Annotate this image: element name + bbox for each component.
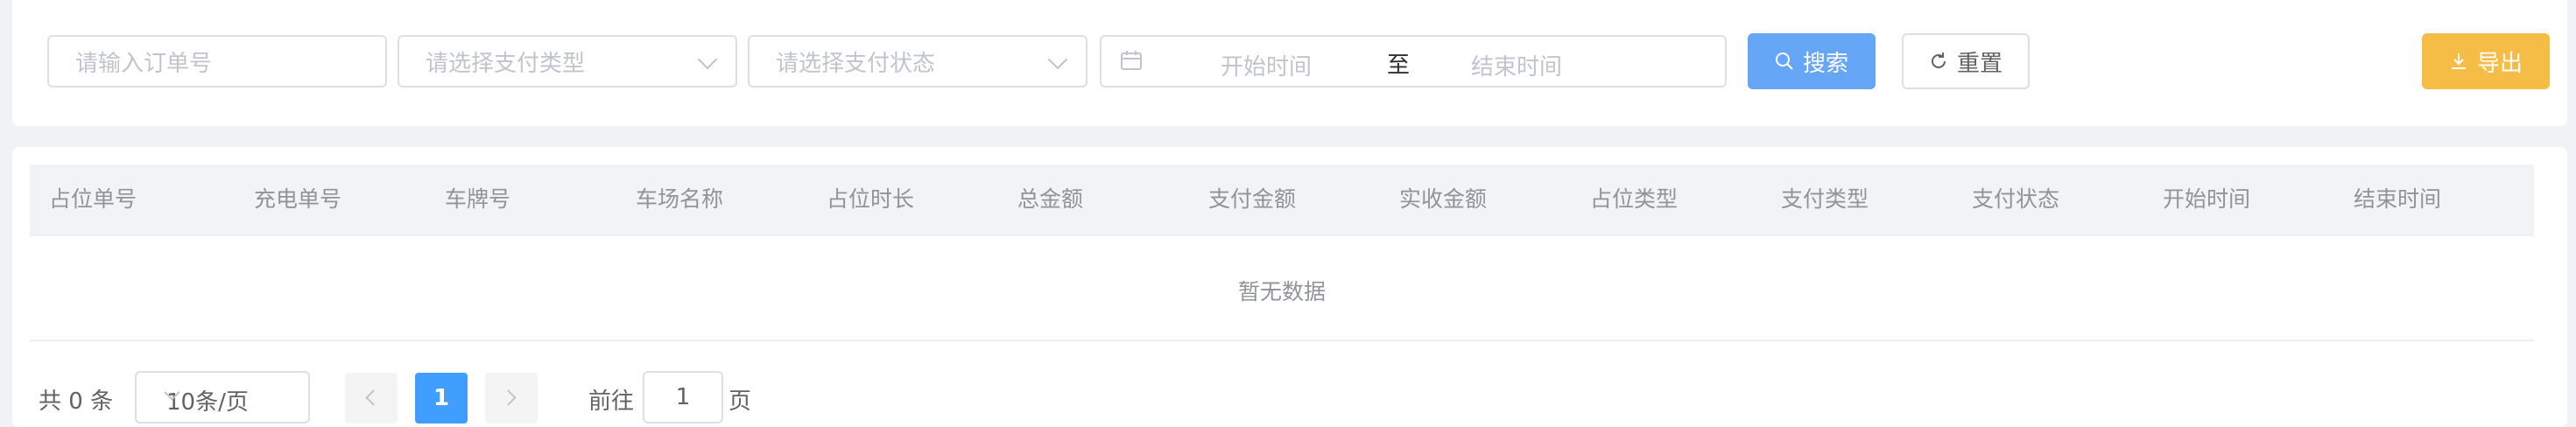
search-button[interactable]: 搜索 <box>1748 33 1876 89</box>
payment-type-select[interactable]: 请选择支付类型 <box>398 35 737 88</box>
order-number-input[interactable]: 请输入订单号 <box>47 35 387 88</box>
column-header: 支付状态 <box>1972 186 2060 212</box>
chevron-down-icon <box>1047 49 1068 70</box>
chevron-left-icon <box>365 389 382 406</box>
range-separator: 至 <box>1387 52 1411 79</box>
export-button-label: 导出 <box>2476 50 2523 77</box>
order-number-placeholder: 请输入订单号 <box>75 50 213 77</box>
total-count: 共 0 条 <box>39 388 114 415</box>
chevron-down-icon <box>697 49 718 70</box>
page-number-button[interactable]: 1 <box>415 373 468 424</box>
column-header: 占位类型 <box>1590 186 1679 212</box>
payment-type-placeholder: 请选择支付类型 <box>426 50 586 77</box>
table-panel: 占位单号 充电单号 车牌号 车场名称 占位时长 总金额 支付金额 实收金额 占位… <box>12 147 2567 427</box>
column-header: 车场名称 <box>636 186 724 212</box>
search-button-label: 搜索 <box>1802 50 1848 77</box>
download-icon <box>2451 53 2466 69</box>
start-time-input[interactable]: 开始时间 <box>1221 49 1312 81</box>
table-empty-row: 暂无数据 <box>30 236 2534 341</box>
column-header: 占位单号 <box>49 186 137 212</box>
goto-page-input[interactable]: 1 <box>643 371 723 424</box>
chevron-right-icon <box>500 389 517 406</box>
refresh-icon <box>1932 52 1946 68</box>
column-header: 充电单号 <box>254 186 342 212</box>
column-header: 车牌号 <box>445 186 511 212</box>
page-size-value: 10条/页 <box>166 389 249 416</box>
goto-label: 前往 <box>588 388 635 415</box>
prev-page-button[interactable] <box>345 373 398 424</box>
goto-suffix: 页 <box>728 388 752 415</box>
column-header: 支付金额 <box>1208 186 1297 212</box>
search-icon <box>1775 52 1793 70</box>
column-header: 支付类型 <box>1781 186 1869 212</box>
reset-button[interactable]: 重置 <box>1902 33 2030 89</box>
table-header: 占位单号 充电单号 车牌号 车场名称 占位时长 总金额 支付金额 实收金额 占位… <box>30 164 2534 236</box>
payment-status-placeholder: 请选择支付状态 <box>776 50 936 77</box>
column-header: 开始时间 <box>2163 186 2251 212</box>
date-range-picker[interactable]: 开始时间 至 结束时间 <box>1100 35 1727 88</box>
column-header: 占位时长 <box>827 186 915 212</box>
next-page-button[interactable] <box>485 373 538 424</box>
page-size-select[interactable]: 10条/页 <box>135 371 310 424</box>
end-time-input[interactable]: 结束时间 <box>1471 49 1562 81</box>
empty-state-text: 暂无数据 <box>1237 279 1326 304</box>
export-button[interactable]: 导出 <box>2422 33 2550 89</box>
column-header: 总金额 <box>1017 186 1084 212</box>
reset-button-label: 重置 <box>1956 50 2002 77</box>
column-header: 结束时间 <box>2354 186 2442 212</box>
column-header: 实收金额 <box>1399 186 1488 212</box>
payment-status-select[interactable]: 请选择支付状态 <box>748 35 1087 88</box>
calendar-icon <box>1121 51 1142 70</box>
filter-panel: 请输入订单号 请选择支付类型 请选择支付状态 开始时间 至 结束时间 搜索 重置 <box>12 0 2567 126</box>
